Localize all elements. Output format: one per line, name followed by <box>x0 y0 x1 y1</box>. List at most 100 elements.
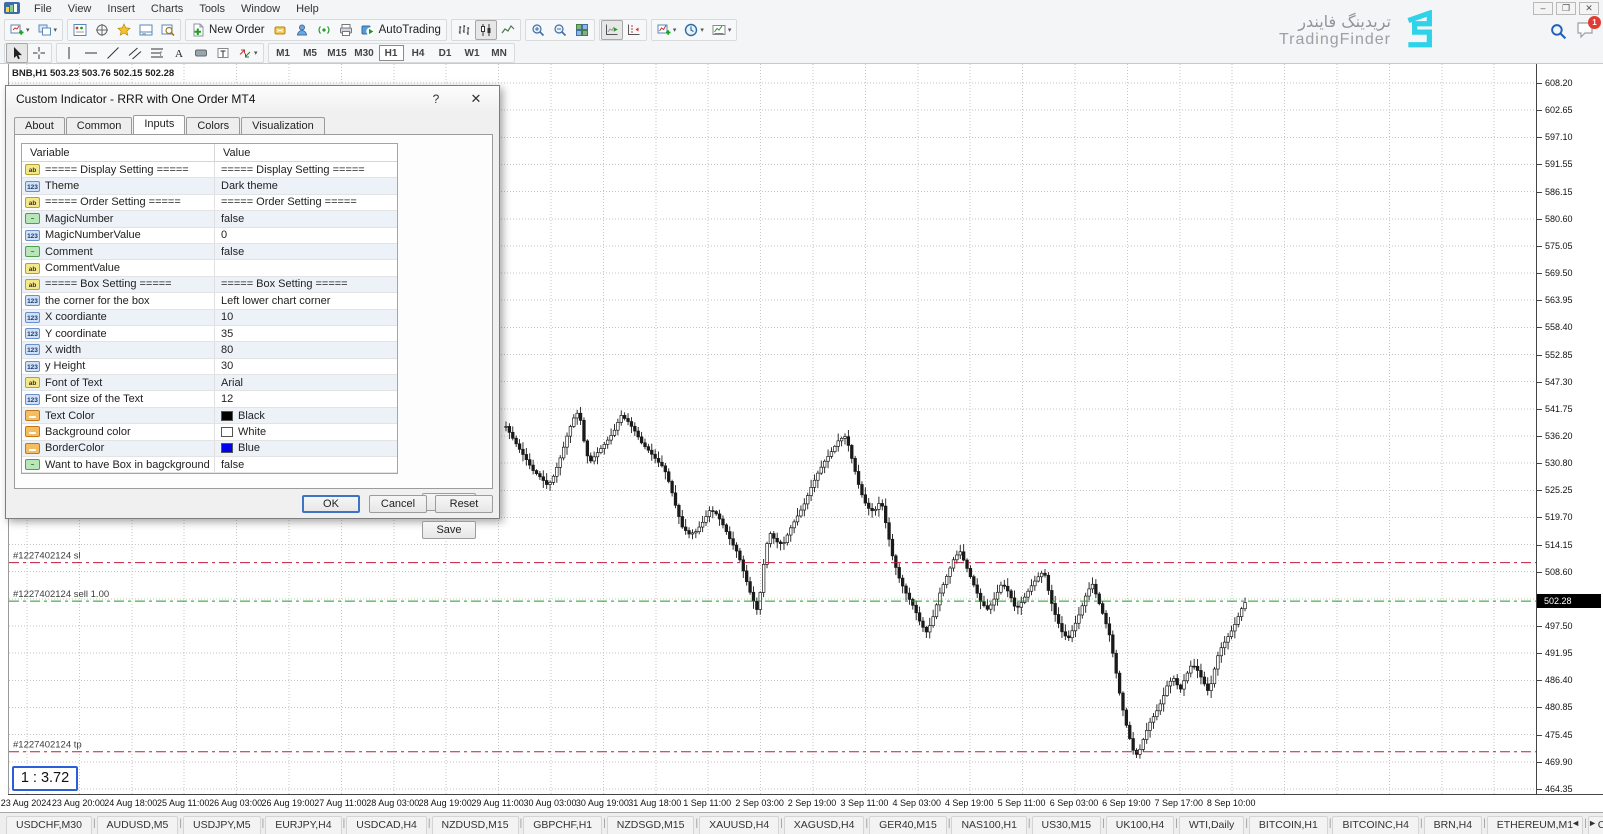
parameter-row[interactable]: ab===== Box Setting ========== Box Setti… <box>22 277 397 293</box>
parameter-row[interactable]: 123y Height30 <box>22 359 397 375</box>
zoom-out-button[interactable] <box>549 20 571 40</box>
parameter-row[interactable]: ▬Background colorWhite <box>22 424 397 440</box>
terminal-button[interactable] <box>135 20 157 40</box>
parameter-value[interactable]: 35 <box>221 326 233 341</box>
chat-icon[interactable]: 1 <box>1577 22 1595 41</box>
print-button[interactable] <box>335 20 357 40</box>
cancel-button[interactable]: Cancel <box>369 495 427 513</box>
navigator-button[interactable] <box>113 20 135 40</box>
timeframe-m5[interactable]: M5 <box>298 45 323 61</box>
menu-view[interactable]: View <box>60 1 100 17</box>
signals-button[interactable] <box>313 20 335 40</box>
parameter-row[interactable]: ~MagicNumberfalse <box>22 211 397 227</box>
timeframe-d1[interactable]: D1 <box>433 45 458 61</box>
parameter-row[interactable]: 123X coordiante10 <box>22 310 397 326</box>
symbol-tab-ethereum[interactable]: ETHEREUM,M1 <box>1487 816 1583 834</box>
symbol-tab-audusd[interactable]: AUDUSD,M5 <box>97 816 179 834</box>
parameter-row[interactable]: abCommentValue <box>22 260 397 276</box>
parameter-value[interactable]: false <box>221 457 244 472</box>
search-icon[interactable] <box>1550 23 1567 40</box>
reset-button[interactable]: Reset <box>435 495 493 513</box>
parameter-value[interactable]: ===== Order Setting ===== <box>221 195 357 210</box>
tile-windows-button[interactable] <box>571 20 593 40</box>
parameter-row[interactable]: 123Y coordinate35 <box>22 326 397 342</box>
horizontal-line-button[interactable] <box>80 43 102 63</box>
data-window-button[interactable] <box>91 20 113 40</box>
parameter-row[interactable]: 123MagicNumberValue0 <box>22 228 397 244</box>
parameter-value[interactable]: Dark theme <box>221 178 278 193</box>
text-frame-button[interactable] <box>212 43 234 63</box>
menu-window[interactable]: Window <box>233 1 288 17</box>
timeframe-m30[interactable]: M30 <box>352 45 377 61</box>
close-button[interactable]: ✕ <box>1579 2 1599 15</box>
symbol-tab-us30[interactable]: US30,M15 <box>1032 816 1102 834</box>
save-button[interactable]: Save <box>422 521 476 539</box>
symbol-tab-wti[interactable]: WTI,Daily <box>1179 816 1245 834</box>
symbol-tab-eurjpy[interactable]: EURJPY,H4 <box>265 816 341 834</box>
templates-dropdown-icon[interactable]: ▾ <box>728 26 732 34</box>
vertical-line-button[interactable] <box>58 43 80 63</box>
timeframe-m1[interactable]: M1 <box>271 45 296 61</box>
indicators-dropdown-icon[interactable]: ▾ <box>673 26 677 34</box>
restore-button[interactable]: ❐ <box>1556 2 1576 15</box>
arrows-dropdown-icon[interactable]: ▾ <box>254 49 258 57</box>
symbol-tab-usdjpy[interactable]: USDJPY,M5 <box>183 816 261 834</box>
parameter-row[interactable]: ~Want to have Box in bagckgroundfalse <box>22 457 397 473</box>
periods-dropdown-icon[interactable]: ▾ <box>700 26 704 34</box>
price-axis[interactable]: 608.20602.65597.10591.55586.15580.60575.… <box>1537 64 1603 794</box>
symbol-tab-ger40[interactable]: GER40,M15 <box>869 816 947 834</box>
tab-scroll-left-icon[interactable]: ◄ <box>1571 818 1580 828</box>
trendline-button[interactable] <box>102 43 124 63</box>
timeframe-m15[interactable]: M15 <box>325 45 350 61</box>
market-watch-button[interactable] <box>69 20 91 40</box>
parameter-value[interactable]: ===== Display Setting ===== <box>221 162 365 177</box>
timeframe-h4[interactable]: H4 <box>406 45 431 61</box>
menu-charts[interactable]: Charts <box>143 1 191 17</box>
date-axis[interactable]: 23 Aug 202423 Aug 20:0024 Aug 18:0025 Au… <box>0 795 1536 812</box>
symbol-tab-bitcoin[interactable]: BITCOIN,H1 <box>1249 816 1328 834</box>
cursor-button[interactable] <box>6 43 28 63</box>
arrows-button[interactable]: ▾ <box>234 43 262 63</box>
new-chart-button[interactable]: ▾ <box>6 20 34 40</box>
parameter-row[interactable]: ab===== Display Setting ========== Displ… <box>22 162 397 178</box>
parameter-value[interactable]: 10 <box>221 310 233 325</box>
parameter-row[interactable]: ▬Text ColorBlack <box>22 408 397 424</box>
tab-scroll-right-icon[interactable]: ► <box>1588 818 1597 828</box>
timeframe-h1[interactable]: H1 <box>379 45 404 61</box>
dialog-tab-common[interactable]: Common <box>66 117 133 134</box>
parameter-value[interactable]: White <box>238 424 266 439</box>
parameter-value[interactable]: 80 <box>221 342 233 357</box>
parameter-value[interactable]: Arial <box>221 375 243 390</box>
symbol-tab-gbpchf[interactable]: GBPCHF,H1 <box>523 816 602 834</box>
parameter-row[interactable]: abFont of TextArial <box>22 375 397 391</box>
parameter-value[interactable]: false <box>221 244 244 259</box>
parameter-value[interactable]: false <box>221 211 244 226</box>
strategy-tester-button[interactable] <box>157 20 179 40</box>
symbol-tab-nzdusd[interactable]: NZDUSD,M15 <box>432 816 519 834</box>
parameter-row[interactable]: ▬BorderColorBlue <box>22 441 397 457</box>
symbol-tab-usdcad[interactable]: USDCAD,H4 <box>346 816 427 834</box>
crosshair-button[interactable] <box>28 43 50 63</box>
ok-button[interactable]: OK <box>302 495 360 513</box>
bar-chart-button[interactable] <box>453 20 475 40</box>
line-chart-button[interactable] <box>497 20 519 40</box>
parameter-value[interactable]: 12 <box>221 391 233 406</box>
dialog-tab-inputs[interactable]: Inputs <box>133 115 185 134</box>
parameter-value[interactable]: 0 <box>221 228 227 243</box>
menu-file[interactable]: File <box>26 1 60 17</box>
label-button[interactable] <box>190 43 212 63</box>
menu-help[interactable]: Help <box>288 1 327 17</box>
timeframe-mn[interactable]: MN <box>487 45 512 61</box>
parameter-row[interactable]: 123ThemeDark theme <box>22 178 397 194</box>
symbol-tab-xagusd[interactable]: XAGUSD,H4 <box>784 816 865 834</box>
symbol-tab-brn[interactable]: BRN,H4 <box>1424 816 1483 834</box>
parameter-value[interactable]: 30 <box>221 359 233 374</box>
parameter-row[interactable]: ab===== Order Setting ========== Order S… <box>22 195 397 211</box>
parameter-row[interactable]: 123the corner for the boxLeft lower char… <box>22 293 397 309</box>
autotrading-button[interactable]: AutoTrading <box>357 20 445 40</box>
timeframe-w1[interactable]: W1 <box>460 45 485 61</box>
equidistant-channel-button[interactable] <box>124 43 146 63</box>
dialog-close-button[interactable]: ✕ <box>463 90 489 108</box>
chart-shift-button[interactable] <box>623 20 645 40</box>
symbol-tab-nzdsgd[interactable]: NZDSGD,M15 <box>607 816 695 834</box>
